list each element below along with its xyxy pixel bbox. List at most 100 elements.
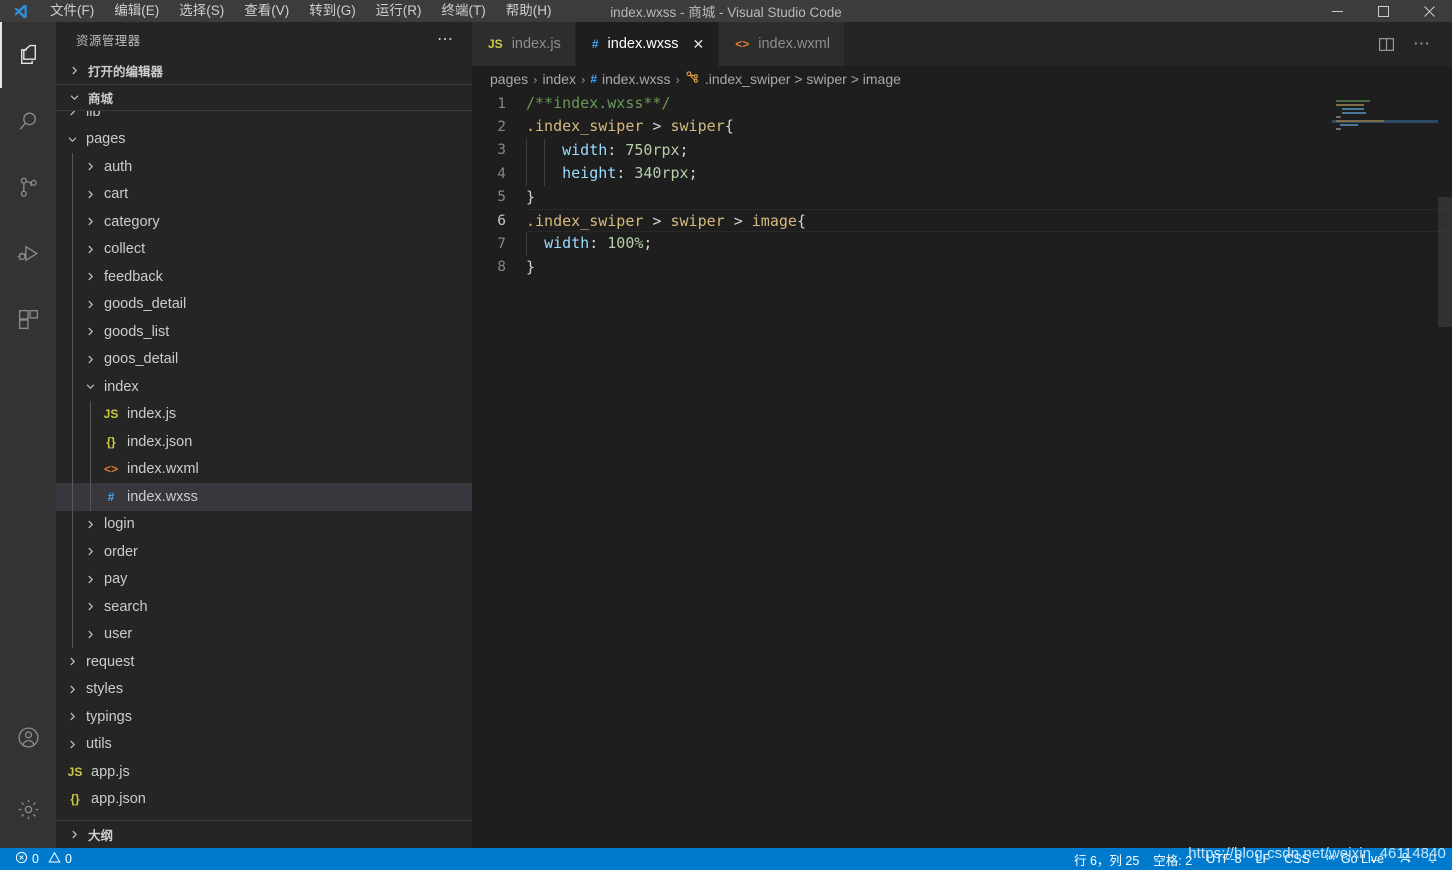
tree-file-index.js[interactable]: JS index.js <box>56 400 472 428</box>
code-line-7[interactable]: 7 width: 100%; <box>472 232 1452 256</box>
editor-tab-bar[interactable]: JS index.js # index.wxss ✕ <> index.wxml ⋯ <box>472 22 1452 66</box>
status-feedback[interactable] <box>1391 848 1419 870</box>
tree-folder-styles[interactable]: styles <box>56 676 472 704</box>
menu-go[interactable]: 转到(G) <box>299 0 366 22</box>
code-line-content: width: 750rpx; <box>526 138 1452 163</box>
status-go-live[interactable]: Go Live <box>1317 848 1391 870</box>
activity-run-debug-icon[interactable] <box>0 220 56 286</box>
tree-folder-goods_detail[interactable]: goods_detail <box>56 290 472 318</box>
tree-folder-goods_list[interactable]: goods_list <box>56 318 472 346</box>
code-lines[interactable]: 1 /**index.wxss**/ 2 .index_swiper > swiper… <box>472 92 1452 279</box>
tree-file-app.json[interactable]: {} app.json <box>56 786 472 814</box>
tree-file-index.wxss[interactable]: # index.wxss <box>56 483 472 511</box>
activity-account-icon[interactable] <box>0 704 56 770</box>
activity-source-control-icon[interactable] <box>0 154 56 220</box>
tree-folder-auth[interactable]: auth <box>56 153 472 181</box>
code-token: width <box>544 234 590 253</box>
status-indentation[interactable]: 空格: 2 <box>1146 848 1199 870</box>
menu-bar[interactable]: 文件(F) 编辑(E) 选择(S) 查看(V) 转到(G) 运行(R) 终端(T… <box>40 0 562 22</box>
indent-guide <box>72 593 73 621</box>
tree-folder-typings[interactable]: typings <box>56 703 472 731</box>
editor-tab-index.js[interactable]: JS index.js <box>472 22 576 66</box>
minimize-button[interactable] <box>1314 0 1360 22</box>
tab-close-icon[interactable]: ✕ <box>692 36 704 53</box>
scrollbar-thumb[interactable] <box>1438 197 1452 327</box>
menu-terminal[interactable]: 终端(T) <box>432 0 496 22</box>
tree-folder-cart[interactable]: cart <box>56 180 472 208</box>
tree-folder-index[interactable]: index <box>56 373 472 401</box>
tree-folder-goos_detail[interactable]: goos_detail <box>56 345 472 373</box>
tree-folder-request[interactable]: request <box>56 648 472 676</box>
activity-search-icon[interactable] <box>0 88 56 154</box>
chevron-right-icon <box>66 65 82 76</box>
tree-folder-feedback[interactable]: feedback <box>56 263 472 291</box>
code-token: ; <box>643 234 653 253</box>
more-actions-icon[interactable]: ⋯ <box>1406 28 1438 60</box>
tree-folder-login[interactable]: login <box>56 510 472 538</box>
tree-file-index.json[interactable]: {} index.json <box>56 428 472 456</box>
tree-item-label: pay <box>104 571 128 588</box>
code-line-3[interactable]: 3 width: 750rpx; <box>472 138 1452 163</box>
menu-run[interactable]: 运行(R) <box>366 0 432 22</box>
activity-bar <box>0 22 56 848</box>
close-button[interactable] <box>1406 0 1452 22</box>
tree-folder-user[interactable]: user <box>56 620 472 648</box>
status-problems[interactable]: 0 0 <box>8 848 79 870</box>
status-eol[interactable]: LF <box>1249 848 1278 870</box>
tree-file-index.wxml[interactable]: <> index.wxml <box>56 455 472 483</box>
section-project-root[interactable]: 商城 <box>56 84 472 111</box>
status-language-mode[interactable]: CSS <box>1277 848 1317 870</box>
warning-count: 0 <box>64 852 72 866</box>
code-line-8[interactable]: 8} <box>472 256 1452 279</box>
editor-tab-index.wxss[interactable]: # index.wxss ✕ <box>575 22 720 66</box>
breadcrumb-item-3[interactable]: .index_swiper > swiper > image <box>685 70 901 88</box>
window-controls[interactable] <box>1314 0 1452 22</box>
breadcrumb[interactable]: pages › index › # index.wxss › .index_swiper > … <box>472 66 1452 92</box>
file-tree[interactable]: lib pages auth cart category collect feedback g… <box>56 111 472 820</box>
menu-edit[interactable]: 编辑(E) <box>104 0 169 22</box>
maximize-button[interactable] <box>1360 0 1406 22</box>
sidebar-more-actions-icon[interactable]: ⋯ <box>437 31 454 47</box>
code-line-4[interactable]: 4 height: 340rpx; <box>472 162 1452 186</box>
tree-folder-collect[interactable]: collect <box>56 235 472 263</box>
code-token: 340rpx <box>634 164 689 183</box>
activity-settings-gear-icon[interactable] <box>0 770 56 848</box>
menu-file[interactable]: 文件(F) <box>40 0 104 22</box>
status-encoding[interactable]: UTF-8 <box>1199 848 1248 870</box>
status-notifications[interactable] <box>1419 848 1446 870</box>
status-cursor-position[interactable]: 行 6，列 25 <box>1067 848 1146 870</box>
tree-folder-pages[interactable]: pages <box>56 126 472 154</box>
split-editor-icon[interactable] <box>1370 28 1402 60</box>
tree-folder-utils[interactable]: utils <box>56 731 472 759</box>
activity-extensions-icon[interactable] <box>0 286 56 352</box>
tree-folder-category[interactable]: category <box>56 208 472 236</box>
minimap[interactable] <box>1332 92 1438 848</box>
tree-folder-lib[interactable]: lib <box>56 111 472 126</box>
activity-explorer-icon[interactable] <box>0 22 56 88</box>
menu-selection[interactable]: 选择(S) <box>169 0 234 22</box>
breadcrumb-item-1[interactable]: index <box>543 71 576 87</box>
breadcrumb-item-0[interactable]: pages <box>490 71 528 87</box>
tree-item-label: lib <box>86 111 101 120</box>
error-count: 0 <box>32 852 39 866</box>
indent-guide <box>72 153 73 181</box>
code-line-2[interactable]: 2 .index_swiper > swiper{ <box>472 115 1452 138</box>
code-indent-guide <box>544 138 545 163</box>
code-editor[interactable]: 1 /**index.wxss**/ 2 .index_swiper > swiper… <box>472 92 1452 848</box>
section-outline[interactable]: 大纲 <box>56 820 472 848</box>
menu-help[interactable]: 帮助(H) <box>496 0 562 22</box>
code-line-5[interactable]: 5} <box>472 186 1452 209</box>
tree-folder-search[interactable]: search <box>56 593 472 621</box>
editor-vertical-scrollbar[interactable] <box>1438 92 1452 848</box>
editor-tab-index.wxml[interactable]: <> index.wxml <box>719 22 845 66</box>
tree-folder-order[interactable]: order <box>56 538 472 566</box>
section-open-editors[interactable]: 打开的编辑器 <box>56 57 472 84</box>
code-line-1[interactable]: 1 /**index.wxss**/ <box>472 92 1452 115</box>
go-live-label: Go Live <box>1340 852 1384 866</box>
breadcrumb-item-2[interactable]: # index.wxss <box>590 71 670 87</box>
editor-toolbar[interactable]: ⋯ <box>1370 22 1452 66</box>
code-line-6[interactable]: 6 .index_swiper > swiper > image{ <box>472 208 1452 233</box>
tree-folder-pay[interactable]: pay <box>56 565 472 593</box>
tree-file-app.js[interactable]: JS app.js <box>56 758 472 786</box>
menu-view[interactable]: 查看(V) <box>234 0 299 22</box>
